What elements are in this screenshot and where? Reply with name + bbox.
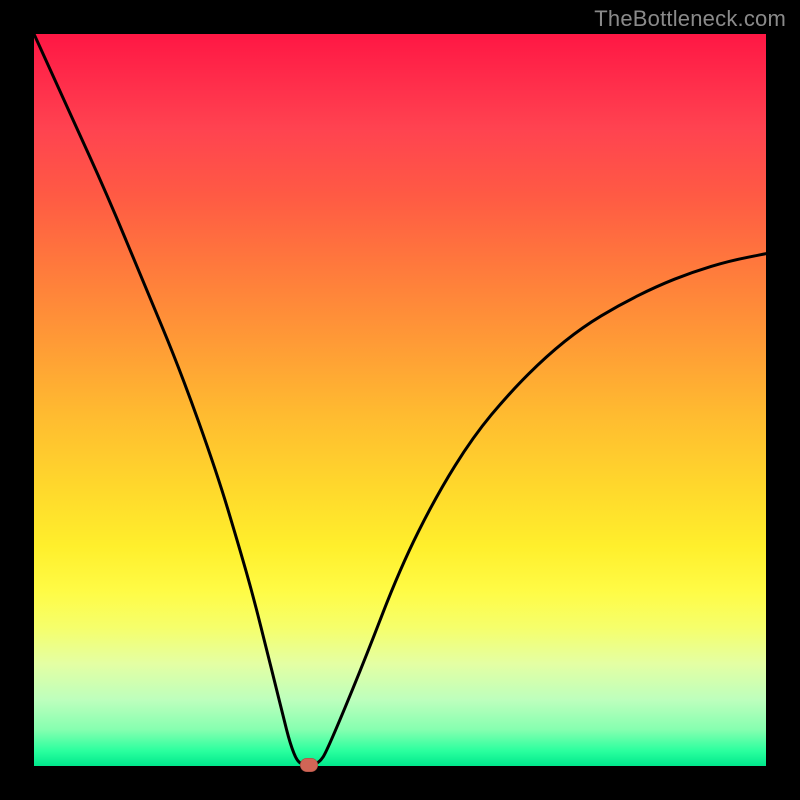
chart-frame: TheBottleneck.com <box>0 0 800 800</box>
watermark-text: TheBottleneck.com <box>594 6 786 32</box>
plot-area <box>34 34 766 766</box>
bottleneck-curve <box>34 34 766 765</box>
curve-svg <box>34 34 766 766</box>
optimal-point-marker <box>300 758 318 772</box>
